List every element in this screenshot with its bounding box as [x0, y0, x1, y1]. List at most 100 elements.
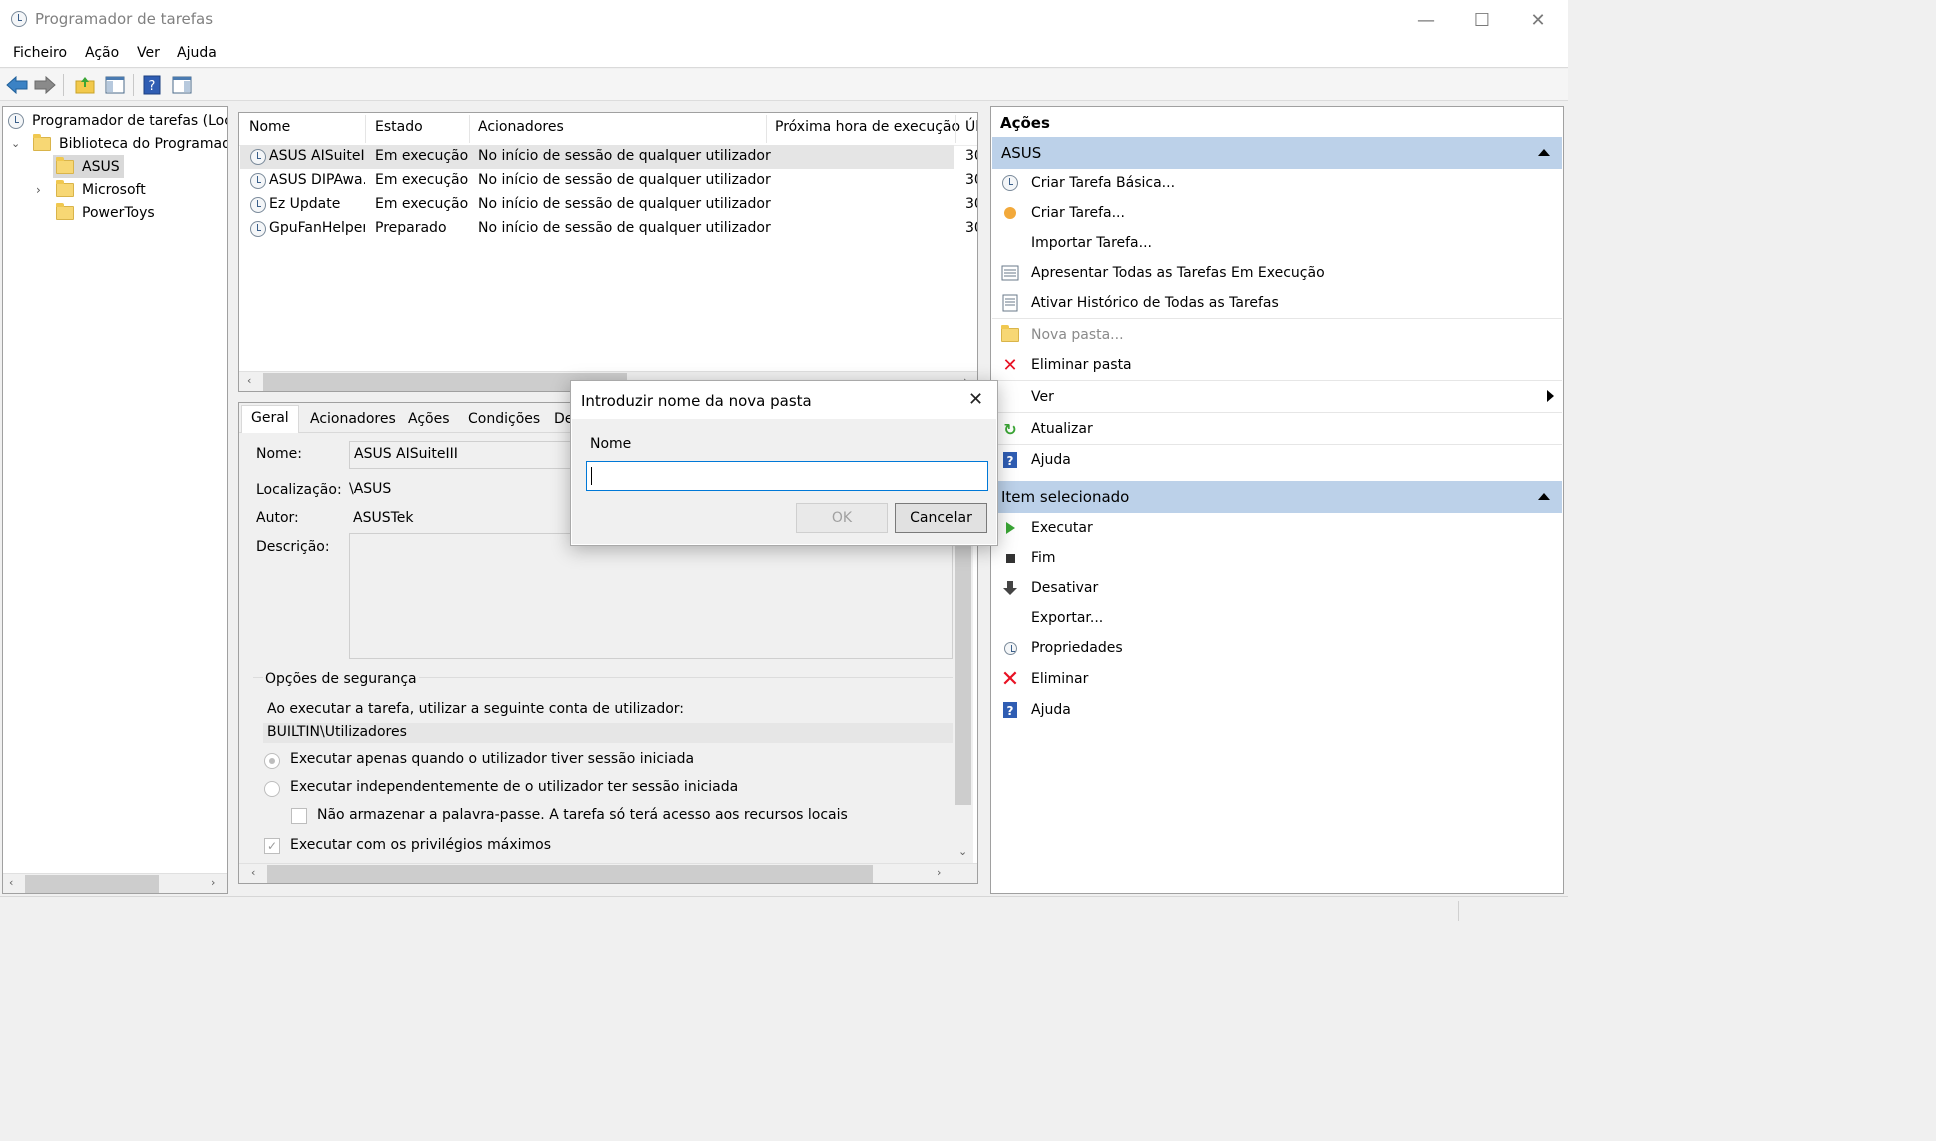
column-header-estado[interactable]: Estado: [375, 119, 423, 135]
maximize-button[interactable]: ☐: [1454, 0, 1510, 40]
scroll-left-icon[interactable]: ‹: [247, 374, 251, 387]
minimize-button[interactable]: —: [1398, 0, 1454, 40]
column-header-nome[interactable]: Nome: [249, 119, 290, 135]
column-separator: [365, 115, 366, 143]
collapse-caret-icon[interactable]: [1538, 493, 1550, 500]
radio-logged-on-label: Executar apenas quando o utilizador tive…: [290, 751, 695, 767]
action-label: Criar Tarefa...: [1031, 205, 1125, 221]
ok-button[interactable]: OK: [796, 503, 888, 533]
action-ver[interactable]: Ver: [992, 382, 1562, 412]
checkbox-no-password[interactable]: [291, 808, 307, 824]
tab-condicoes[interactable]: Condições: [459, 407, 549, 435]
action-atualizar[interactable]: ↻ Atualizar: [992, 414, 1562, 444]
tree-item-asus[interactable]: ASUS: [53, 155, 124, 178]
menu-acao[interactable]: Ação: [85, 45, 119, 61]
scroll-left-icon[interactable]: ‹: [251, 866, 255, 879]
close-button[interactable]: ✕: [1510, 0, 1566, 40]
back-arrow-icon[interactable]: [5, 73, 29, 97]
table-row[interactable]: Ez Update Em execução No início de sessã…: [240, 193, 977, 217]
table-row[interactable]: GpuFanHelper Preparado No início de sess…: [240, 217, 977, 241]
menu-ficheiro[interactable]: Ficheiro: [13, 45, 67, 61]
radio-any-user[interactable]: [264, 781, 280, 797]
properties-icon: [1000, 638, 1020, 658]
action-ativar-historico[interactable]: Ativar Histórico de Todas as Tarefas: [992, 288, 1562, 318]
scroll-right-icon[interactable]: ›: [211, 876, 215, 889]
action-propriedades[interactable]: Propriedades: [992, 633, 1562, 663]
task-trigger: No início de sessão de qualquer utilizad…: [478, 148, 771, 164]
scroll-down-icon[interactable]: ⌄: [958, 845, 967, 858]
task-last-run: 30: [965, 196, 977, 212]
chevron-right-icon[interactable]: ›: [36, 183, 56, 197]
name-field[interactable]: ASUS AISuiteIII: [349, 441, 589, 469]
actions-section-asus[interactable]: ASUS: [992, 137, 1562, 169]
menu-ajuda[interactable]: Ajuda: [177, 45, 217, 61]
tree-item-library[interactable]: ⌄ Biblioteca do Programado: [11, 132, 227, 155]
action-desativar[interactable]: Desativar: [992, 573, 1562, 603]
help-icon[interactable]: ?: [140, 73, 164, 97]
action-label: Ver: [1031, 389, 1054, 405]
app-clock-icon: [11, 11, 27, 27]
cancel-button[interactable]: Cancelar: [895, 503, 987, 533]
actions-section-selected-item[interactable]: Item selecionado: [992, 481, 1562, 513]
checkbox-highest-privileges[interactable]: ✓: [264, 838, 280, 854]
task-trigger: No início de sessão de qualquer utilizad…: [478, 220, 771, 236]
show-hide-console-tree-icon[interactable]: [103, 73, 127, 97]
title-bar: Programador de tarefas — ☐ ✕: [0, 0, 1568, 40]
menu-ver[interactable]: Ver: [137, 45, 160, 61]
task-name: Ez Update: [269, 196, 341, 212]
tree-item-powertoys[interactable]: PowerToys: [56, 201, 155, 224]
forward-arrow-icon[interactable]: [33, 73, 57, 97]
action-executar[interactable]: Executar: [992, 513, 1562, 543]
action-exportar[interactable]: Exportar...: [992, 603, 1562, 633]
author-value: ASUSTek: [353, 510, 414, 526]
console-tree-pane: Programador de tarefas (Local ⌄ Bibliote…: [2, 106, 228, 894]
task-list-pane: Nome Estado Acionadores Próxima hora de …: [238, 112, 978, 392]
column-header-acionadores[interactable]: Acionadores: [478, 119, 564, 135]
collapse-caret-icon[interactable]: [1538, 149, 1550, 156]
action-eliminar[interactable]: ✕ Eliminar: [992, 664, 1562, 694]
tree-item-microsoft[interactable]: › Microsoft: [36, 178, 146, 201]
column-header-ultima[interactable]: Úl: [965, 119, 977, 135]
actions-separator: [992, 412, 1562, 413]
task-last-run: 30: [965, 148, 977, 164]
action-importar-tarefa[interactable]: Importar Tarefa...: [992, 228, 1562, 258]
table-row[interactable]: ASUS AISuiteIII Em execução No início de…: [240, 145, 977, 169]
action-criar-tarefa-basica[interactable]: Criar Tarefa Básica...: [992, 168, 1562, 198]
tab-acionadores[interactable]: Acionadores: [301, 407, 405, 435]
description-label: Descrição:: [256, 539, 330, 555]
tree-item-root[interactable]: Programador de tarefas (Local: [8, 109, 228, 132]
scrollbar-thumb[interactable]: [25, 875, 159, 893]
tree-horizontal-scrollbar[interactable]: ‹ ›: [3, 873, 227, 893]
tab-acoes[interactable]: Ações: [399, 407, 459, 435]
action-fim[interactable]: Fim: [992, 543, 1562, 573]
section-title: ASUS: [1001, 144, 1042, 162]
new-folder-dialog: Introduzir nome da nova pasta ✕ Nome OK …: [570, 380, 998, 546]
task-clock-icon: [250, 197, 266, 213]
show-hide-action-pane-icon[interactable]: [170, 73, 194, 97]
action-nova-pasta[interactable]: Nova pasta...: [992, 320, 1562, 350]
radio-logged-on[interactable]: [264, 753, 280, 769]
scroll-left-icon[interactable]: ‹: [9, 876, 13, 889]
tab-geral[interactable]: Geral: [241, 405, 299, 433]
create-task-icon: [1000, 203, 1020, 223]
action-ajuda-item[interactable]: ? Ajuda: [992, 695, 1562, 725]
tree-item-label: Programador de tarefas (Local: [32, 112, 228, 129]
chevron-down-icon[interactable]: ⌄: [11, 137, 31, 150]
action-apresentar-tarefas[interactable]: Apresentar Todas as Tarefas Em Execução: [992, 258, 1562, 288]
details-horizontal-scrollbar[interactable]: ‹ ›: [239, 863, 977, 883]
action-ajuda[interactable]: ? Ajuda: [992, 445, 1562, 475]
dialog-field-label: Nome: [590, 436, 632, 452]
column-header-proxima[interactable]: Próxima hora de execução: [775, 119, 960, 135]
folder-up-icon[interactable]: [73, 73, 97, 97]
folder-name-input[interactable]: [586, 461, 988, 491]
dialog-close-icon[interactable]: ✕: [968, 389, 983, 410]
action-label: Apresentar Todas as Tarefas Em Execução: [1031, 265, 1325, 281]
table-row[interactable]: ASUS DIPAwa... Em execução No início de …: [240, 169, 977, 193]
action-criar-tarefa[interactable]: Criar Tarefa...: [992, 198, 1562, 228]
refresh-icon: ↻: [1003, 419, 1017, 439]
description-field[interactable]: [349, 533, 953, 659]
scrollbar-thumb[interactable]: [267, 865, 873, 883]
scroll-right-icon[interactable]: ›: [937, 866, 941, 879]
action-eliminar-pasta[interactable]: ✕ Eliminar pasta: [992, 350, 1562, 380]
status-bar: [0, 896, 1568, 924]
